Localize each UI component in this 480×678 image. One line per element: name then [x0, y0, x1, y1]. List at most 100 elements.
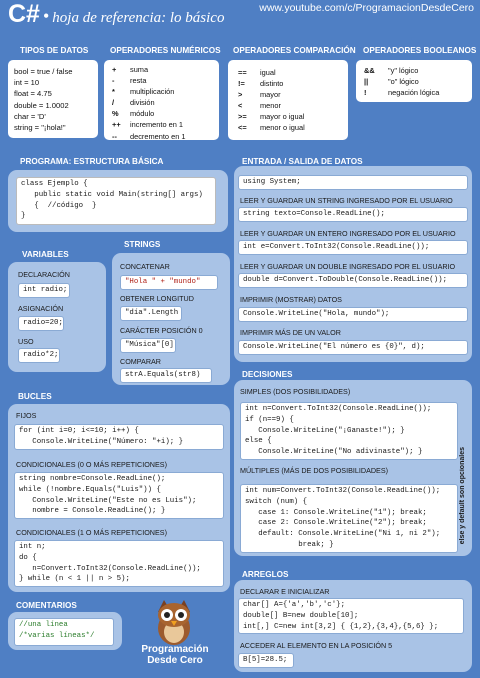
operator-symbol: + [112, 65, 117, 74]
comparacion-row: > mayor [238, 89, 305, 100]
operator-symbol: == [238, 68, 247, 77]
declaracion-label: DECLARACIÓN [18, 270, 70, 279]
comparacion-row: >= mayor o igual [238, 111, 305, 122]
tipos-line: char = 'D' [14, 111, 46, 121]
declarar-label: DECLARAR E INICIALIZAR [240, 587, 330, 596]
code-line: if (n==9) { [245, 415, 294, 424]
bucles-heading: BUCLES [18, 392, 52, 401]
booleanos-row: && "y" lógico [364, 65, 439, 76]
code-line: while (!nombre.Equals("Luis")) { [19, 485, 161, 494]
comparar-code: strA.Equals(str8) [120, 368, 212, 383]
concat-text: "Hola " + "mundo" [125, 278, 201, 286]
operator-description: "y" lógico [388, 66, 419, 75]
comentarios-heading: COMENTARIOS [16, 601, 77, 610]
numericos-row: + suma [112, 64, 185, 75]
code-line: class Ejemplo { [21, 180, 88, 188]
side-note: else y default son opcionales [459, 440, 466, 552]
caracter-label: CARÁCTER POSICIÓN 0 [120, 326, 203, 335]
comparacion-box: == igual != distinto > mayor < menor >= mayor o i… [228, 60, 348, 140]
numericos-table: + suma - resta * multiplicación / división% módu… [112, 64, 185, 142]
owl-logo-icon [148, 596, 200, 646]
operator-symbol: -- [112, 131, 117, 141]
booleanos-box: && "y" lógico || "o" lógico! negación lógica [356, 60, 472, 102]
code-line: /*varias líneas*/ [19, 631, 95, 640]
title-csharp: C# [8, 0, 40, 28]
longitud-label: OBTENER LONGITUD [120, 294, 194, 303]
operator-description: división [130, 98, 155, 108]
comparacion-row: <= menor o igual [238, 122, 305, 133]
using-code: using System; [238, 175, 468, 190]
logo-line1: Programación [141, 644, 209, 655]
imprimir-mas-label: IMPRIMIR MÁS DE UN VALOR [240, 328, 341, 337]
booleanos-table: && "y" lógico || "o" lógico! negación lógica [364, 65, 439, 98]
operator-description: incremento en 1 [130, 120, 183, 130]
declarar-code: char[] A={'a','b','c'}; double[] B=new do… [238, 598, 464, 635]
booleanos-heading: OPERADORES BOOLEANOS [363, 46, 477, 55]
tipos-line: int = 10 [14, 78, 40, 88]
code-line: case 2: Console.WriteLine("2"); break; [245, 519, 427, 528]
uso-label: USO [18, 337, 34, 346]
declaracion-code: int radio; [18, 283, 70, 298]
cond0-code: string nombre=Console.ReadLine(); while (… [14, 472, 224, 520]
leer-entero-code: int e=Convert.ToInt32(Console.ReadLine()… [238, 240, 468, 255]
title-separator: • [42, 6, 50, 26]
operator-symbol: != [238, 79, 245, 89]
tipos-line: double = 1.0002 [14, 100, 69, 110]
operator-description: mayor o igual [260, 112, 305, 122]
code-line: int num=Convert.ToInt32(Console.ReadLine… [245, 487, 441, 495]
operator-description: suma [130, 65, 149, 74]
code-line: char[] A={'a','b','c'}; [243, 601, 346, 609]
operator-symbol: - [112, 76, 115, 86]
operator-description: resta [130, 76, 147, 86]
programa-heading: PROGRAMA: ESTRUCTURA BÁSICA [20, 157, 164, 166]
operator-symbol: > [238, 90, 243, 100]
code-line: { //código } [21, 201, 97, 210]
numericos-row: -- decremento en 1 [112, 131, 185, 142]
operator-symbol: * [112, 87, 115, 97]
asignacion-code: radio=20; [18, 316, 64, 331]
operator-description: módulo [130, 109, 155, 119]
code-line: //una línea [19, 621, 68, 629]
comparar-label: COMPARAR [120, 357, 161, 366]
youtube-url[interactable]: www.youtube.com/c/ProgramacionDesdeCero [259, 2, 474, 14]
code-line: do { [19, 553, 37, 562]
imprimir-label: IMPRIMIR (MOSTRAR) DATOS [240, 295, 342, 304]
code-line: case 1: Console.WriteLine("1"); break; [245, 508, 427, 517]
imprimir-mas-code: Console.WriteLine("El número es {0}", d)… [238, 340, 468, 355]
multiples-code: int num=Convert.ToInt32(Console.ReadLine… [240, 484, 458, 553]
code-line: public static void Main(string[] args) [21, 190, 203, 199]
booleanos-row: || "o" lógico [364, 76, 439, 87]
comparacion-table: == igual != distinto > mayor < menor >= mayor o i… [238, 67, 305, 134]
code-line: } while (n < 1 || n > 5); [19, 575, 130, 584]
operator-symbol: <= [238, 123, 247, 133]
numericos-box: + suma - resta * multiplicación / división% módu… [104, 60, 219, 142]
tipos-box: bool = true / false int = 10 float = 4.75 d… [8, 60, 98, 138]
code-line: n=Convert.ToInt32(Console.ReadLine()); [19, 564, 201, 573]
code-line: int n=Convert.ToInt32(Console.ReadLine()… [245, 405, 432, 413]
comparacion-row: == igual [238, 67, 305, 78]
page-title: C# • hoja de referencia: lo básico [8, 0, 224, 29]
cond1-code: int n; do { n=Convert.ToInt32(Console.Rea… [14, 540, 224, 588]
operator-description: distinto [260, 79, 284, 89]
numericos-row: / división [112, 97, 185, 108]
fijos-code: for (int i=0; i<=10; i++) { Console.Writ… [14, 424, 224, 450]
operator-description: negación lógica [388, 88, 440, 98]
numericos-row: ++ incremento en 1 [112, 119, 185, 130]
numericos-row: % módulo [112, 108, 185, 119]
programa-code: class Ejemplo { public static void Main(… [16, 177, 216, 225]
code-line: for (int i=0; i<=10; i++) { [19, 427, 139, 435]
arreglos-heading: ARREGLOS [242, 570, 289, 579]
title-subtitle: hoja de referencia: lo básico [52, 10, 225, 26]
operator-symbol: ! [364, 88, 367, 98]
leer-string-label: LEER Y GUARDAR UN STRING INGRESADO POR E… [240, 196, 453, 205]
strings-heading: STRINGS [124, 240, 161, 249]
decisiones-heading: DECISIONES [242, 370, 293, 379]
caracter-code: "Música"[0] [120, 338, 176, 353]
fijos-label: FIJOS [16, 411, 37, 420]
numericos-row: - resta [112, 75, 185, 86]
leer-entero-label: LEER Y GUARDAR UN ENTERO INGRESADO POR E… [240, 229, 456, 238]
operator-description: menor o igual [260, 123, 305, 133]
comparacion-heading: OPERADORES COMPARACIÓN [233, 46, 356, 55]
comparacion-row: < menor [238, 100, 305, 111]
code-line: Console.WriteLine("Este no es Luis"); [19, 496, 197, 505]
